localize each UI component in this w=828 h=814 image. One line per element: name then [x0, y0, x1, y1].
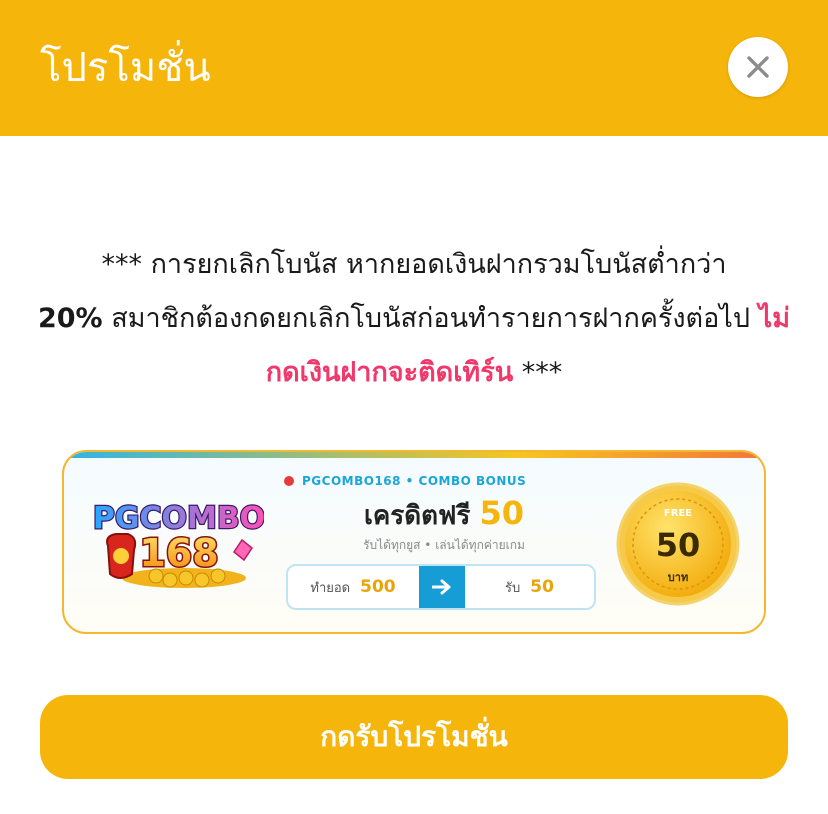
turnover-label: ทำยอด [310, 580, 351, 596]
claim-promotion-button[interactable]: กดรับโปรโมชั่น [40, 695, 788, 779]
close-button[interactable] [728, 37, 788, 97]
receive-label: รับ [505, 580, 521, 596]
modal-header: โปรโมชั่น [0, 0, 828, 136]
coin-free-label: FREE [663, 508, 693, 519]
coin-value: 50 [655, 526, 701, 564]
logo-text-bottom: 168 [139, 531, 218, 575]
turnover-requirement: ทำยอด 500 [288, 566, 418, 608]
credit-value: 50 [479, 494, 524, 532]
receive-amount: รับ 50 [465, 566, 594, 608]
notice-prefix: *** การยกเลิกโบนัส หากยอดเงินฝากรวมโบนัส… [101, 249, 727, 280]
arrow-right-icon [419, 566, 465, 608]
pgcombo-logo: PGCOMBO 168 [94, 500, 264, 588]
tag-dot-icon [284, 476, 294, 486]
notice-suffix: *** [521, 357, 563, 388]
coin-unit: บาท [667, 571, 689, 584]
banner-accent-bar [64, 452, 764, 458]
bonus-notice: *** การยกเลิกโบนัส หากยอดเงินฝากรวมโบนัส… [30, 238, 798, 400]
turnover-value: 500 [360, 577, 396, 597]
credit-label: เครดิตฟรี [364, 501, 471, 531]
close-icon [747, 56, 769, 78]
promo-tag: PGCOMBO168 • COMBO BONUS [284, 472, 526, 490]
promo-banner[interactable]: PGCOMBO 168 PGCOMBO168 • COMBO BONUS เคร… [62, 450, 766, 634]
turnover-box: ทำยอด 500 รับ 50 [286, 564, 596, 610]
receive-value: 50 [530, 577, 554, 597]
notice-middle: สมาชิกต้องกดยกเลิกโบนัสก่อนทำรายการฝากคร… [111, 303, 751, 334]
free-coin-badge: FREE 50 บาท [616, 482, 740, 606]
page-title: โปรโมชั่น [40, 45, 211, 91]
notice-percent: 20% [37, 303, 103, 334]
credit-subtitle: รับได้ทุกยูส • เล่นได้ทุกค่ายเกม [363, 538, 525, 552]
credit-title: เครดิตฟรี 50 [264, 494, 624, 536]
tag-text: PGCOMBO168 • COMBO BONUS [302, 474, 527, 488]
